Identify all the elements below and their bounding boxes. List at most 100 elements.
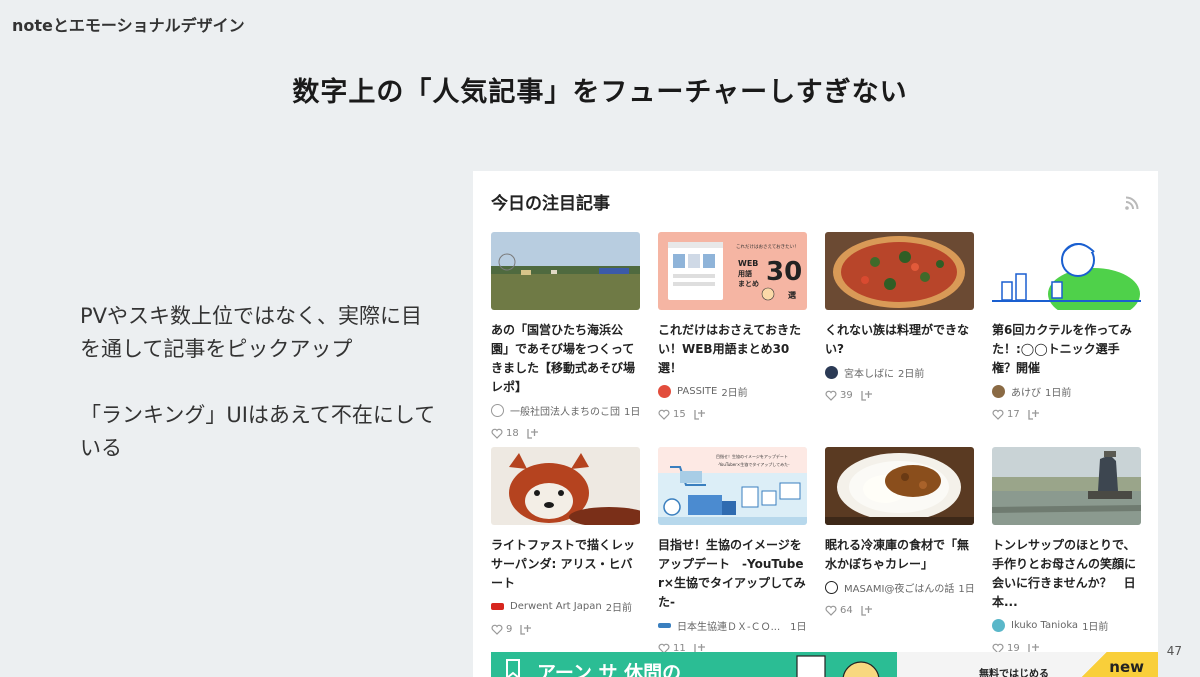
banner-illustration — [796, 655, 880, 677]
cocktail-illustration-thumbnail[interactable] — [992, 232, 1141, 310]
post-time: 2日前 — [605, 603, 633, 614]
bookmark-icon — [506, 659, 520, 677]
magazine-add-icon[interactable] — [694, 409, 706, 420]
post-time: 1日前 — [624, 407, 640, 418]
article-card[interactable]: トンレサップのほとりで、手作りとお母さんの笑顔に会いに行きませんか？ 日本...… — [992, 447, 1141, 654]
article-stats: 17 — [992, 409, 1141, 420]
svg-text:30: 30 — [766, 257, 802, 287]
article-meta: 宮本しばに 2日前 — [825, 365, 974, 380]
heart-icon[interactable] — [491, 624, 503, 635]
rss-icon[interactable] — [1124, 195, 1140, 211]
author-name[interactable]: 日本生協連ＤＸ-ＣＯ... — [677, 618, 780, 633]
description-paragraph-1: PVやスキ数上位ではなく、実際に目を通して記事をピックアップ — [80, 304, 423, 361]
article-stats: 18 — [491, 428, 640, 439]
svg-text:選: 選 — [788, 290, 796, 300]
article-meta: あけび 1日前 — [992, 384, 1141, 399]
article-stats: 15 — [658, 409, 807, 420]
article-title[interactable]: 目指せ！生協のイメージをアップデート -YouTuber×生協でタイアップしてみ… — [658, 536, 807, 612]
new-badge: new — [1072, 652, 1158, 677]
promo-banner[interactable]: アーン サ 休問の 無料ではじめる new — [491, 652, 1158, 677]
lake-thumbnail[interactable] — [992, 447, 1141, 525]
new-badge-label: new — [1109, 658, 1144, 676]
like-count: 9 — [506, 624, 513, 635]
pizza-thumbnail[interactable] — [825, 232, 974, 310]
red-panda-thumbnail[interactable] — [491, 447, 640, 525]
article-card[interactable]: 眠れる冷凍庫の食材で「無水かぼちゃカレー」 MASAMI@夜ごはんの話 1日前 … — [825, 447, 974, 616]
article-title[interactable]: 第6回カクテルを作ってみた！:◯◯トニック選手権？開催 — [992, 321, 1141, 378]
magazine-add-icon[interactable] — [527, 428, 539, 439]
author-avatar[interactable] — [491, 603, 504, 610]
svg-text:これだけはおさえておきたい！: これだけはおさえておきたい！ — [736, 243, 799, 250]
description-paragraph-2: 「ランキング」UIはあえて不在にしている — [80, 403, 436, 460]
article-title[interactable]: あの「国営ひたち海浜公園」であそび場をつくってきました【移動式あそび場レポ】 — [491, 321, 640, 397]
park-thumbnail[interactable] — [491, 232, 640, 310]
author-name[interactable]: あけび — [1011, 384, 1041, 399]
like-count: 18 — [506, 428, 519, 439]
author-avatar[interactable] — [825, 581, 838, 594]
author-avatar[interactable] — [825, 366, 838, 379]
author-avatar[interactable] — [491, 404, 504, 417]
heart-icon[interactable] — [658, 409, 670, 420]
coop-illustration-thumbnail[interactable]: 目指せ！生協のイメージをアップデート -YouTuber×生協でタイアップしてみ… — [658, 447, 807, 525]
svg-text:-YouTuber×生協でタイアップしてみた-: -YouTuber×生協でタイアップしてみた- — [718, 461, 790, 467]
author-name[interactable]: PASSITE — [677, 386, 717, 397]
slide-header-title: noteとエモーショナルデザイン — [12, 16, 245, 35]
article-title[interactable]: これだけはおさえておきたい！WEB用語まとめ30選！ — [658, 321, 807, 378]
curry-thumbnail[interactable] — [825, 447, 974, 525]
article-stats: 9 — [491, 624, 640, 635]
article-title[interactable]: ライトファストで描くレッサーパンダ: アリス・ヒバート — [491, 536, 640, 593]
article-card[interactable]: 第6回カクテルを作ってみた！:◯◯トニック選手権？開催 あけび 1日前 17 — [992, 232, 1141, 420]
article-stats: 64 — [825, 605, 974, 616]
author-avatar[interactable] — [658, 623, 671, 628]
like-count: 15 — [673, 409, 686, 420]
article-card[interactable]: くれない族は料理ができない? 宮本しばに 2日前 39 — [825, 232, 974, 401]
heart-icon[interactable] — [491, 428, 503, 439]
article-meta: MASAMI@夜ごはんの話 1日前 — [825, 580, 974, 595]
post-time: 1日前 — [1045, 388, 1072, 399]
author-name[interactable]: Ikuko Tanioka — [1011, 620, 1078, 631]
author-avatar[interactable] — [658, 385, 671, 398]
heart-icon[interactable] — [825, 605, 837, 616]
article-title[interactable]: 眠れる冷凍庫の食材で「無水かぼちゃカレー」 — [825, 536, 974, 574]
post-time: 1日前 — [1082, 622, 1109, 633]
author-name[interactable]: 宮本しばに — [844, 365, 894, 380]
web-terms-thumbnail[interactable]: これだけはおさえておきたい！ WEB 用語 まとめ 30 選 — [658, 232, 807, 310]
magazine-add-icon[interactable] — [1028, 409, 1040, 420]
article-card[interactable]: ライトファストで描くレッサーパンダ: アリス・ヒバート Derwent Art … — [491, 447, 640, 635]
post-time: 1日前 — [958, 584, 974, 595]
article-card[interactable]: あの「国営ひたち海浜公園」であそび場をつくってきました【移動式あそび場レポ】 一… — [491, 232, 640, 439]
banner-right-text: 無料ではじめる — [979, 669, 1049, 677]
post-time: 1日前 — [790, 622, 807, 633]
like-count: 64 — [840, 605, 853, 616]
magazine-add-icon[interactable] — [861, 390, 873, 401]
magazine-add-icon[interactable] — [520, 624, 532, 635]
page-number: 47 — [1166, 644, 1182, 658]
author-name[interactable]: MASAMI@夜ごはんの話 — [844, 580, 954, 595]
article-meta: PASSITE 2日前 — [658, 384, 807, 399]
svg-text:まとめ: まとめ — [738, 279, 759, 288]
author-name[interactable]: Derwent Art Japan — [510, 601, 602, 612]
article-card[interactable]: これだけはおさえておきたい！ WEB 用語 まとめ 30 選 これだけはおさえて… — [658, 232, 807, 420]
banner-left[interactable]: アーン サ 休問の — [491, 652, 897, 677]
article-meta: 日本生協連ＤＸ-ＣＯ... 1日前 — [658, 618, 807, 633]
article-title[interactable]: くれない族は料理ができない? — [825, 321, 974, 359]
author-name[interactable]: 一般社団法人まちのこ団 — [510, 403, 620, 418]
banner-right[interactable]: 無料ではじめる new — [897, 652, 1158, 677]
magazine-add-icon[interactable] — [861, 605, 873, 616]
article-stats: 39 — [825, 390, 974, 401]
left-description: PVやスキ数上位ではなく、実際に目を通して記事をピックアップ 「ランキング」UI… — [80, 300, 440, 498]
heart-icon[interactable] — [992, 409, 1004, 420]
author-avatar[interactable] — [992, 385, 1005, 398]
article-title[interactable]: トンレサップのほとりで、手作りとお母さんの笑顔に会いに行きませんか？ 日本... — [992, 536, 1141, 612]
article-card[interactable]: 目指せ！生協のイメージをアップデート -YouTuber×生協でタイアップしてみ… — [658, 447, 807, 654]
featured-articles-panel: 今日の注目記事 あの「国営ひたち海浜公園」であそび場をつくってきました【移動式あ… — [473, 171, 1158, 677]
heart-icon[interactable] — [825, 390, 837, 401]
slide-title: 数字上の「人気記事」をフューチャーしすぎない — [292, 77, 908, 108]
article-meta: 一般社団法人まちのこ団 1日前 — [491, 403, 640, 418]
svg-text:用語: 用語 — [738, 269, 752, 278]
banner-left-text: アーン サ 休問の — [537, 662, 682, 677]
like-count: 17 — [1007, 409, 1020, 420]
article-meta: Ikuko Tanioka 1日前 — [992, 618, 1141, 633]
svg-text:目指せ！生協のイメージをアップデート: 目指せ！生協のイメージをアップデート — [716, 453, 788, 459]
author-avatar[interactable] — [992, 619, 1005, 632]
